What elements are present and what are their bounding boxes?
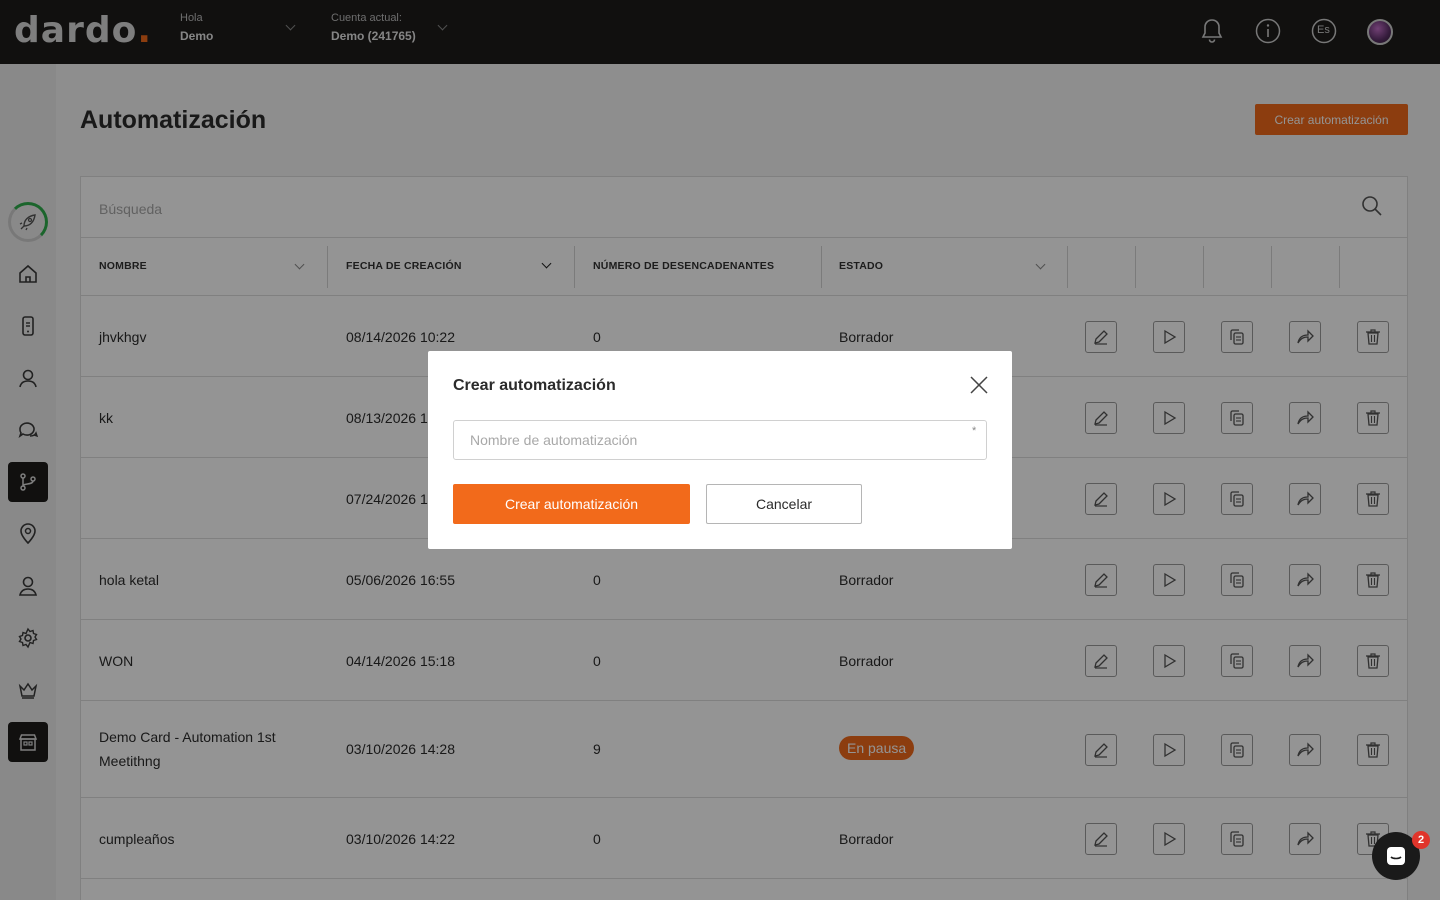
automation-name-input[interactable] xyxy=(453,420,987,460)
create-automation-submit-button[interactable]: Crear automatización xyxy=(453,484,690,524)
required-mark: * xyxy=(972,425,977,437)
cancel-button[interactable]: Cancelar xyxy=(706,484,862,524)
modal-title: Crear automatización xyxy=(453,377,616,394)
unread-count-badge: 2 xyxy=(1412,831,1430,849)
create-automation-modal: Crear automatización * Crear automatizac… xyxy=(428,351,1012,549)
close-icon[interactable] xyxy=(968,374,990,396)
